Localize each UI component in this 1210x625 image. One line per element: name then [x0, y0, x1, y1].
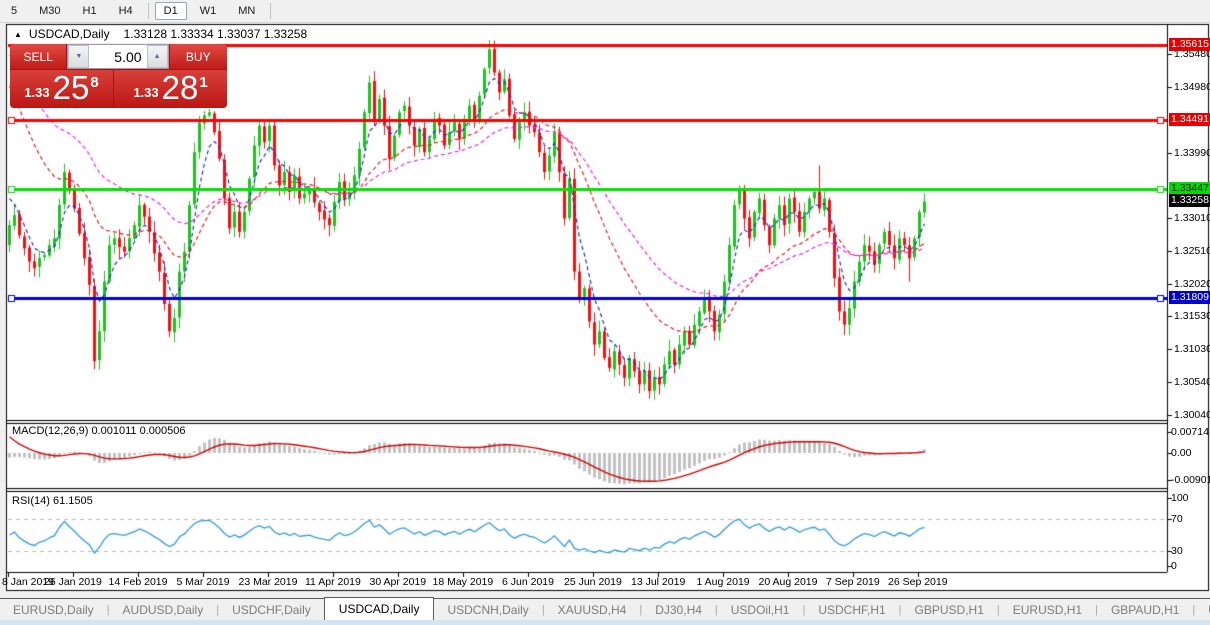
- sell-price-pip: 8: [90, 74, 98, 91]
- price-axis-label: 1.31030: [1174, 343, 1210, 355]
- chart-title-row: ▲ USDCAD,Daily 1.33128 1.33334 1.33037 1…: [14, 27, 307, 41]
- collapse-window-icon[interactable]: ▲: [14, 30, 22, 39]
- tab-eurusd-daily[interactable]: EURUSD,Daily: [0, 600, 107, 620]
- price-axis-label: 1.32510: [1174, 245, 1210, 257]
- price-axis-label: 1.33990: [1174, 147, 1210, 159]
- date-axis-label: 26 Jan 2019: [44, 576, 102, 588]
- timeframe-button-W1[interactable]: W1: [191, 2, 226, 20]
- date-axis-label: 11 Apr 2019: [305, 576, 361, 588]
- symbol-tab-bar: EURUSD,Daily|AUDUSD,Daily|USDCHF,DailyUS…: [0, 598, 1210, 620]
- rsi-label: RSI(14) 61.1505: [12, 495, 93, 507]
- date-axis-label: 25 Jun 2019: [564, 576, 622, 588]
- tab-usdjp[interactable]: USDJP: [1195, 600, 1210, 620]
- price-axis-label: 1.30540: [1174, 376, 1210, 388]
- sell-price-main: 25: [53, 71, 90, 105]
- timeframe-toolbar: 5M30 H1H4 D1W1MN: [0, 0, 1210, 23]
- price-badge-1.34491: 1.34491: [1169, 113, 1210, 126]
- volume-increase-button[interactable]: ▲: [147, 45, 168, 68]
- date-axis-label: 18 May 2019: [433, 576, 494, 588]
- tab-dj30-h4[interactable]: DJ30,H4: [642, 600, 715, 620]
- tab-gbpusd-h1[interactable]: GBPUSD,H1: [902, 600, 997, 620]
- timeframe-button-D1[interactable]: D1: [155, 2, 187, 20]
- chart-symbol-title: USDCAD,Daily: [29, 27, 110, 41]
- volume-input[interactable]: 5.00: [89, 45, 146, 68]
- price-badge-1.35615: 1.35615: [1169, 38, 1210, 51]
- tab-usdchf-daily[interactable]: USDCHF,Daily: [219, 600, 324, 620]
- rsi-axis-label: 0: [1171, 560, 1177, 572]
- tab-usdchf-h1[interactable]: USDCHF,H1: [805, 600, 898, 620]
- date-axis-label: 20 Aug 2019: [759, 576, 818, 588]
- chart-ohlc-values: 1.33128 1.33334 1.33037 1.33258: [124, 27, 308, 41]
- date-axis-label: 14 Feb 2019: [109, 576, 168, 588]
- rsi-axis-label: 70: [1171, 513, 1183, 525]
- date-axis-label: 6 Jun 2019: [502, 576, 554, 588]
- price-axis-label: 1.30040: [1174, 409, 1210, 421]
- price-axis-label: 1.31530: [1174, 310, 1210, 322]
- rsi-axis-label: 100: [1171, 492, 1189, 504]
- macd-axis-label: 0.00714: [1171, 426, 1209, 438]
- timeframe-button-MN[interactable]: MN: [229, 2, 264, 20]
- date-axis-label: 1 Aug 2019: [697, 576, 750, 588]
- buy-price-prefix: 1.33: [133, 85, 158, 100]
- tab-audusd-daily[interactable]: AUDUSD,Daily: [110, 600, 217, 620]
- rsi-axis-label: 30: [1171, 545, 1183, 557]
- buy-button[interactable]: BUY: [170, 44, 227, 69]
- buy-price-main: 28: [162, 71, 199, 105]
- status-strip: [0, 620, 1210, 625]
- one-click-trade-panel: SELL ▼ 5.00 ▲ BUY 1.33 25 8 1.33 28 1: [10, 44, 227, 108]
- price-axis-label: 1.32020: [1174, 278, 1210, 290]
- sell-price-button[interactable]: 1.33 25 8: [10, 70, 113, 108]
- date-axis-label: 13 Jul 2019: [631, 576, 685, 588]
- timeframe-button-H1[interactable]: H1: [74, 2, 106, 20]
- date-axis-label: 30 Apr 2019: [370, 576, 427, 588]
- price-axis-label: 1.33010: [1174, 212, 1210, 224]
- price-axis-label: 1.34980: [1174, 81, 1210, 93]
- volume-group: ▼ 5.00 ▲: [67, 44, 168, 69]
- macd-axis-label: -0.009015: [1171, 474, 1210, 486]
- date-axis-label: 26 Sep 2019: [888, 576, 948, 588]
- tab-xauusd-h4[interactable]: XAUUSD,H4: [545, 600, 640, 620]
- volume-decrease-button[interactable]: ▼: [68, 45, 89, 68]
- tab-usdcad-daily[interactable]: USDCAD,Daily: [324, 597, 435, 620]
- timeframe-button-M30[interactable]: M30: [30, 2, 69, 20]
- buy-price-pip: 1: [199, 74, 207, 91]
- tab-usdoil-h1[interactable]: USDOil,H1: [718, 600, 803, 620]
- timeframe-button-H4[interactable]: H4: [110, 2, 142, 20]
- date-axis-label: 23 Mar 2019: [239, 576, 298, 588]
- sell-price-prefix: 1.33: [24, 85, 49, 100]
- timeframe-button-5[interactable]: 5: [2, 2, 26, 20]
- tab-usdcnh-daily[interactable]: USDCNH,Daily: [434, 600, 541, 620]
- macd-axis-label: 0.00: [1171, 447, 1191, 459]
- macd-label: MACD(12,26,9) 0.001011 0.000506: [12, 425, 185, 437]
- tab-eurusd-h1[interactable]: EURUSD,H1: [1000, 600, 1095, 620]
- price-badge-1.33258: 1.33258: [1169, 194, 1210, 207]
- sell-button[interactable]: SELL: [10, 44, 66, 69]
- buy-price-button[interactable]: 1.33 28 1: [114, 70, 227, 108]
- toolbar-separator: [148, 3, 149, 19]
- toolbar-separator: [270, 3, 271, 19]
- date-axis-label: 7 Sep 2019: [826, 576, 880, 588]
- date-axis-label: 5 Mar 2019: [177, 576, 230, 588]
- tab-gbpaud-h1[interactable]: GBPAUD,H1: [1098, 600, 1192, 620]
- price-badge-1.31809: 1.31809: [1169, 291, 1210, 304]
